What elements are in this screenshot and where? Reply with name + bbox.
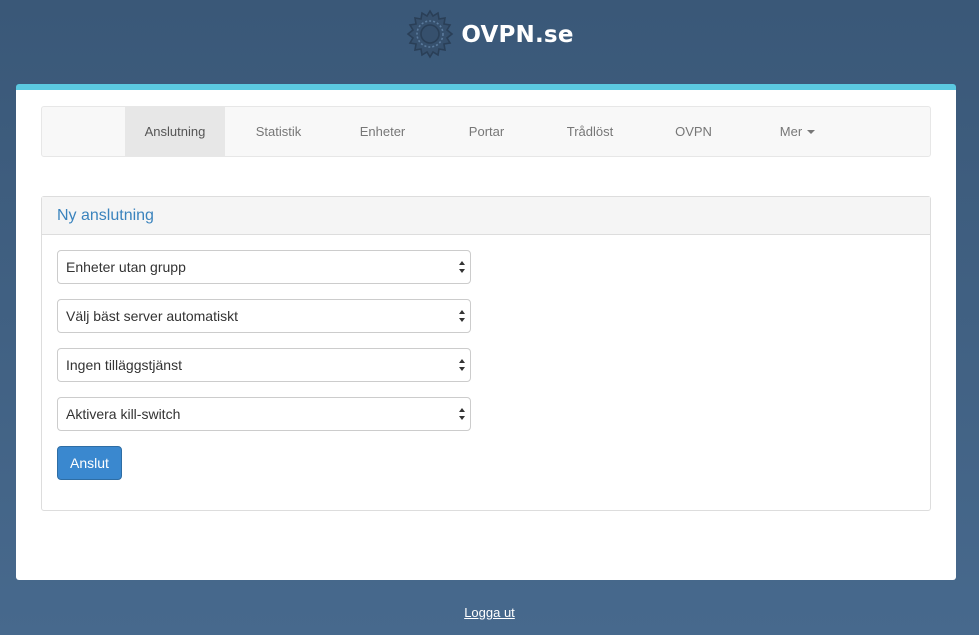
tab-statistik[interactable]: Statistik <box>225 107 332 156</box>
caret-down-icon <box>807 129 816 134</box>
tab-enheter[interactable]: Enheter <box>332 107 433 156</box>
tab-label: Statistik <box>255 124 302 139</box>
select-value: Aktivera kill-switch <box>66 406 181 422</box>
gear-logo-icon <box>405 9 455 59</box>
tab-portar[interactable]: Portar <box>433 107 540 156</box>
brand-name: OVPN.se <box>461 22 574 48</box>
tab-tradlost[interactable]: Trådlöst <box>540 107 640 156</box>
tab-label: Mer <box>779 124 803 139</box>
tab-label: OVPN <box>675 124 712 139</box>
select-arrows-icon <box>459 261 465 273</box>
select-value: Enheter utan grupp <box>66 259 186 275</box>
tab-label: Anslutning <box>144 124 206 139</box>
select-value: Välj bäst server automatiskt <box>66 308 238 324</box>
tab-label: Enheter <box>359 124 406 139</box>
tab-label: Portar <box>468 124 505 139</box>
main-nav: Anslutning Statistik Enheter Portar Tråd… <box>41 106 931 157</box>
device-group-select[interactable]: Enheter utan grupp <box>57 250 471 284</box>
select-arrows-icon <box>459 310 465 322</box>
page-header: OVPN.se <box>0 0 979 84</box>
tab-ovpn[interactable]: OVPN <box>640 107 747 156</box>
tab-mer-dropdown[interactable]: Mer <box>747 107 848 156</box>
panel-body: Enheter utan grupp Välj bäst server auto… <box>42 235 930 495</box>
kill-switch-select[interactable]: Aktivera kill-switch <box>57 397 471 431</box>
main-card: Anslutning Statistik Enheter Portar Tråd… <box>16 84 956 580</box>
panel-heading: Ny anslutning <box>42 197 930 235</box>
logout-link[interactable]: Logga ut <box>464 605 515 620</box>
addon-service-select[interactable]: Ingen tilläggstjänst <box>57 348 471 382</box>
select-arrows-icon <box>459 408 465 420</box>
new-connection-panel: Ny anslutning Enheter utan grupp Välj bä… <box>41 196 931 511</box>
select-value: Ingen tilläggstjänst <box>66 357 182 373</box>
tab-label: Trådlöst <box>566 124 614 139</box>
select-arrows-icon <box>459 359 465 371</box>
server-select[interactable]: Välj bäst server automatiskt <box>57 299 471 333</box>
brand[interactable]: OVPN.se <box>405 9 573 59</box>
connect-button[interactable]: Anslut <box>57 446 122 480</box>
page-footer: Logga ut <box>0 604 979 622</box>
nav-list: Anslutning Statistik Enheter Portar Tråd… <box>125 107 848 156</box>
tab-anslutning[interactable]: Anslutning <box>125 107 225 156</box>
panel-title: Ny anslutning <box>57 206 154 224</box>
